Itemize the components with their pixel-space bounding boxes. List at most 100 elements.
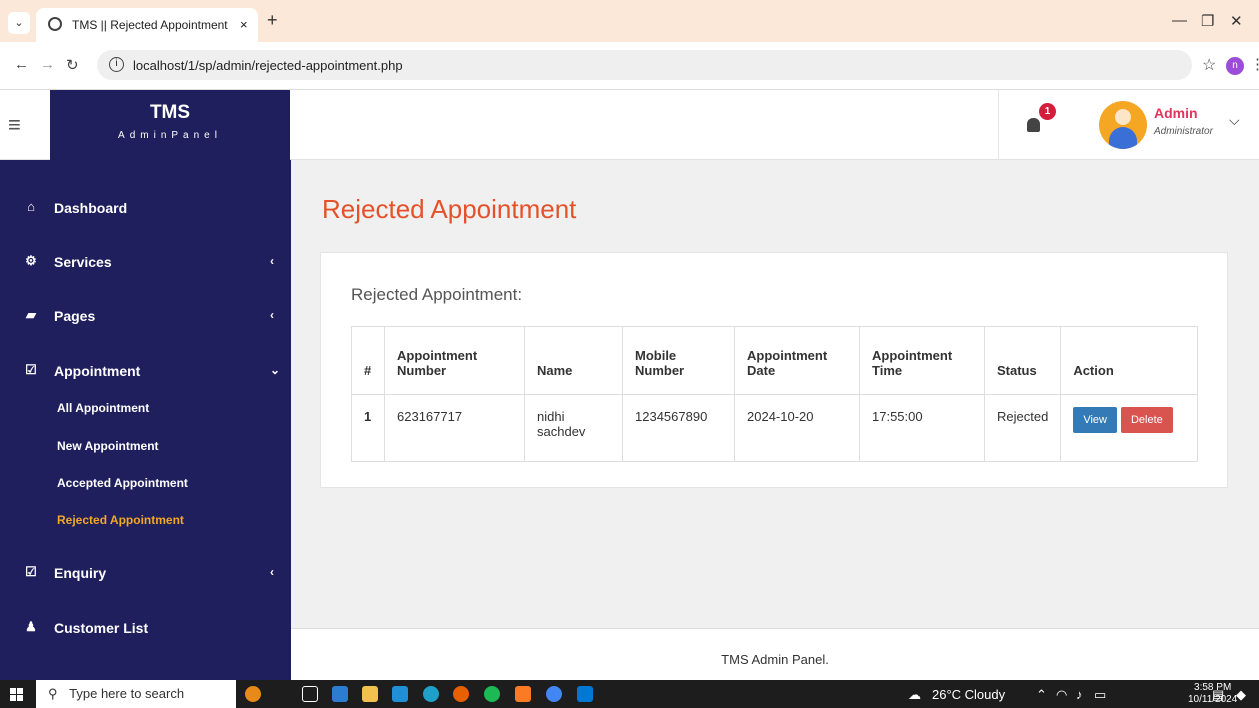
tray-chevron-icon[interactable]: ⌃ (1036, 687, 1047, 703)
column-header: Appointment Time (859, 326, 985, 395)
user-role: Administrator (1154, 126, 1213, 137)
weather-text[interactable]: 26°C Cloudy (932, 687, 1005, 702)
reload-icon[interactable]: ↻ (66, 56, 79, 74)
minimize-icon[interactable]: — (1172, 12, 1187, 29)
check-square-icon: ☑ (25, 362, 37, 377)
sidebar-item-services[interactable]: ⚙ Services ‹ (0, 242, 291, 282)
sidebar-item-label: Pages (54, 308, 96, 324)
file-explorer-icon[interactable] (362, 686, 378, 702)
sidebar-sub-accepted-appointment[interactable]: Accepted Appointment (57, 476, 188, 490)
column-header: Status (983, 326, 1062, 395)
home-icon: ⌂ (27, 199, 35, 214)
bell-icon[interactable] (1027, 118, 1040, 132)
browser-menu-icon[interactable]: ⋮ (1250, 55, 1259, 73)
chevron-down-icon: ⌄ (270, 363, 281, 377)
copilot-icon[interactable]: ◆ (1236, 687, 1246, 703)
forward-icon[interactable]: → (40, 56, 55, 73)
table-row: 1 623167717 nidhi sachdev 1234567890 202… (351, 394, 1198, 462)
delete-button[interactable]: Delete (1120, 407, 1173, 433)
brand-subtitle: AdminPanel (118, 130, 222, 141)
action-cell: View Delete (1060, 394, 1198, 462)
spotify-icon[interactable] (484, 686, 500, 702)
column-header: Name (524, 326, 623, 395)
search-placeholder: Type here to search (69, 686, 185, 701)
profile-avatar[interactable]: n (1226, 57, 1244, 75)
chevron-left-icon: ‹ (270, 565, 274, 579)
windows-start-icon[interactable] (10, 688, 23, 701)
appointments-card: Rejected Appointment: # Appointment Numb… (320, 252, 1228, 488)
app-header: ≡ TMS AdminPanel 1 Admin Administrator ⌵ (0, 90, 1259, 160)
sidebar-sub-rejected-appointment[interactable]: Rejected Appointment (57, 513, 184, 527)
wifi-icon[interactable]: ◠ (1056, 687, 1067, 703)
volume-icon[interactable]: ♪ (1076, 687, 1083, 702)
notification-area[interactable]: 1 (998, 90, 1080, 160)
globe-icon (48, 17, 62, 31)
tab-close-icon[interactable]: × (240, 17, 248, 32)
url-text[interactable]: localhost/1/sp/admin/rejected-appointmen… (133, 58, 403, 73)
browser-tab[interactable]: TMS || Rejected Appointment × (36, 8, 258, 42)
firefox-icon[interactable] (453, 686, 469, 702)
sidebar: ⌂ Dashboard ⚙ Services ‹ ▰ Pages ‹ ☑ App… (0, 160, 291, 680)
sidebar-item-appointment[interactable]: ☑ Appointment ⌄ (0, 351, 291, 391)
notification-badge: 1 (1039, 103, 1056, 120)
column-header: Mobile Number (622, 326, 735, 395)
xampp-icon[interactable] (515, 686, 531, 702)
url-field[interactable]: i localhost/1/sp/admin/rejected-appointm… (97, 50, 1192, 80)
user-avatar[interactable] (1099, 101, 1147, 149)
store-icon[interactable] (332, 686, 348, 702)
time-cell: 17:55:00 (859, 394, 985, 462)
edge-icon[interactable] (423, 686, 439, 702)
sidebar-item-label: Dashboard (54, 200, 128, 216)
cogs-icon: ⚙ (25, 253, 37, 268)
column-header: # (351, 326, 385, 395)
restore-icon[interactable]: ❐ (1201, 12, 1214, 30)
tab-search-icon[interactable]: ⌄ (8, 12, 30, 34)
vscode-icon[interactable] (577, 686, 593, 702)
sidebar-sub-new-appointment[interactable]: New Appointment (57, 439, 159, 453)
book-icon: ▰ (26, 307, 36, 322)
brand-logo[interactable]: TMS AdminPanel (50, 90, 290, 160)
address-bar-row: ← → ↻ i localhost/1/sp/admin/rejected-ap… (0, 42, 1259, 90)
date-cell: 2024-10-20 (734, 394, 860, 462)
tab-title: TMS || Rejected Appointment (72, 18, 228, 32)
footer: TMS Admin Panel. (291, 628, 1259, 680)
brand-name: TMS (149, 102, 191, 123)
battery-icon[interactable]: ▭ (1094, 687, 1106, 703)
notification-center-icon[interactable]: ▤ (1212, 687, 1224, 703)
main-content: Rejected Appointment Rejected Appointmen… (291, 160, 1259, 628)
taskbar: ⚲ Type here to search ☁ 26°C Cloudy ⌃ ◠ … (0, 680, 1259, 708)
weather-icon[interactable]: ☁ (908, 687, 921, 703)
sidebar-item-pages[interactable]: ▰ Pages ‹ (0, 296, 291, 336)
appointments-table: # Appointment Number Name Mobile Number … (351, 326, 1198, 462)
mobile-cell: 1234567890 (622, 394, 735, 462)
sidebar-item-customer-list[interactable]: ♟ Customer List (0, 608, 291, 648)
sidebar-item-label: Enquiry (54, 565, 107, 581)
chevron-down-icon[interactable]: ⌵ (1229, 112, 1240, 129)
sidebar-item-enquiry[interactable]: ☑ Enquiry ‹ (0, 553, 291, 593)
footer-text: TMS Admin Panel. (721, 652, 829, 667)
card-title: Rejected Appointment: (351, 285, 523, 304)
taskbar-search-box[interactable]: ⚲ Type here to search (36, 680, 236, 708)
pumpkin-icon[interactable] (245, 686, 261, 702)
column-header: Appointment Date (734, 326, 860, 395)
view-button[interactable]: View (1073, 407, 1117, 433)
column-header: Appointment Number (384, 326, 525, 395)
browser-tab-strip: ⌄ TMS || Rejected Appointment × + — ❐ ✕ (0, 0, 1259, 42)
back-icon[interactable]: ← (14, 56, 29, 73)
hamburger-menu-icon[interactable]: ≡ (8, 112, 21, 138)
sidebar-item-dashboard[interactable]: ⌂ Dashboard (0, 188, 291, 228)
chevron-left-icon: ‹ (270, 254, 274, 268)
chrome-icon[interactable] (546, 686, 562, 702)
mail-icon[interactable] (392, 686, 408, 702)
sidebar-sub-all-appointment[interactable]: All Appointment (57, 401, 149, 415)
close-window-icon[interactable]: ✕ (1230, 12, 1243, 30)
task-view-icon[interactable] (302, 686, 318, 702)
row-number: 1 (351, 394, 385, 462)
check-square-icon: ☑ (25, 564, 37, 579)
user-name[interactable]: Admin (1154, 105, 1198, 121)
sidebar-item-label: Appointment (54, 363, 141, 379)
sidebar-item-label: Customer List (54, 620, 149, 636)
bookmark-star-icon[interactable]: ☆ (1202, 55, 1216, 75)
new-tab-button[interactable]: + (267, 10, 278, 31)
site-info-icon[interactable]: i (109, 57, 124, 72)
